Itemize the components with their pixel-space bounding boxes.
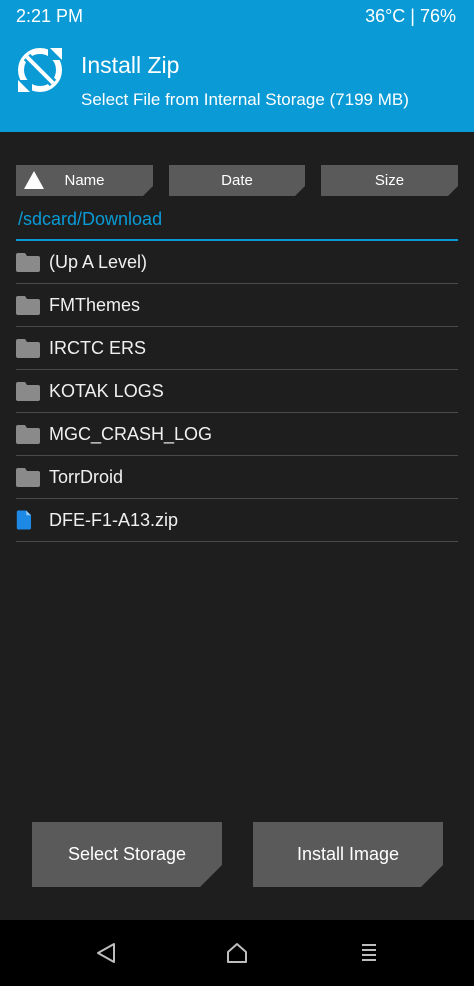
sort-size-label: Size <box>374 172 405 189</box>
file-label: MGC_CRASH_LOG <box>49 424 213 444</box>
header: Install Zip Select File from Internal St… <box>0 36 474 132</box>
page-subtitle: Select File from Internal Storage (7199 … <box>81 90 409 109</box>
status-temp-battery: 36°C | 76% <box>365 6 456 26</box>
file-row-kotak-logs[interactable]: KOTAK LOGS <box>16 370 458 413</box>
file-row-fmthemes[interactable]: FMThemes <box>16 284 458 327</box>
home-icon[interactable] <box>224 940 250 966</box>
sort-name-label: Name <box>64 172 105 189</box>
folder-icon <box>16 339 40 358</box>
file-row-dfe-zip[interactable]: DFE-F1-A13.zip <box>16 499 458 542</box>
twrp-logo-icon <box>18 46 62 94</box>
folder-icon <box>16 382 40 401</box>
select-storage-button[interactable]: Select Storage <box>32 822 222 887</box>
sort-by-date-button[interactable]: Date <box>169 165 305 196</box>
file-label: IRCTC ERS <box>49 338 147 358</box>
status-time: 2:21 PM <box>16 6 84 26</box>
file-list[interactable]: (Up A Level) FMThemes IRCTC ERS KOTAK LO… <box>16 241 458 542</box>
triangle-up-icon <box>24 171 44 189</box>
menu-icon[interactable] <box>356 940 382 966</box>
install-image-button[interactable]: Install Image <box>253 822 443 887</box>
file-label: TorrDroid <box>49 467 124 487</box>
folder-icon <box>16 296 40 315</box>
file-label: DFE-F1-A13.zip <box>49 510 179 530</box>
folder-icon <box>16 425 40 444</box>
back-icon[interactable] <box>93 940 119 966</box>
sort-date-label: Date <box>221 172 253 189</box>
file-row-irctc-ers[interactable]: IRCTC ERS <box>16 327 458 370</box>
file-icon <box>16 510 32 530</box>
folder-icon <box>16 468 40 487</box>
file-label: KOTAK LOGS <box>49 381 164 401</box>
folder-icon <box>16 253 40 272</box>
file-row-mgc-crash-log[interactable]: MGC_CRASH_LOG <box>16 413 458 456</box>
file-row-torrdroid[interactable]: TorrDroid <box>16 456 458 499</box>
current-path: /sdcard/Download <box>18 209 163 229</box>
twrp-install-screen: 2:21 PM 36°C | 76% Install Zip Select Fi… <box>0 0 474 986</box>
navigation-bar <box>0 920 474 986</box>
sort-by-name-button[interactable]: Name <box>16 165 153 196</box>
status-bar: 2:21 PM 36°C | 76% <box>0 0 474 36</box>
sort-by-size-button[interactable]: Size <box>321 165 458 196</box>
page-title: Install Zip <box>81 52 180 78</box>
file-label: (Up A Level) <box>49 252 148 272</box>
file-row-up-level[interactable]: (Up A Level) <box>16 241 458 284</box>
file-label: FMThemes <box>49 295 141 315</box>
